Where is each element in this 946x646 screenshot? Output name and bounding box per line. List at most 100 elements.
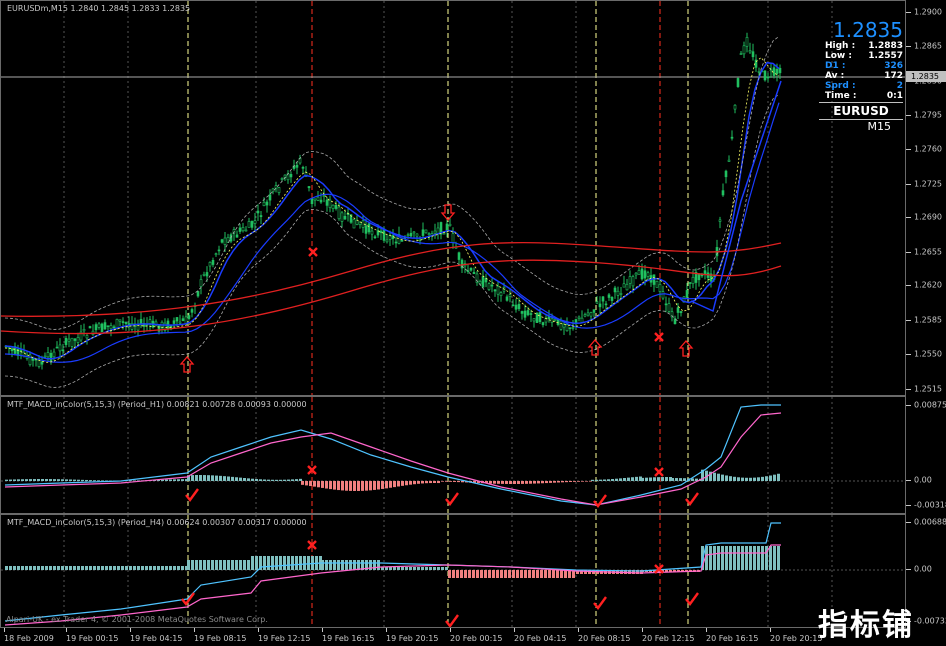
macd-h1-histogram-bar — [53, 479, 56, 481]
axis-tick-label: 1.2760 — [914, 144, 942, 154]
macd-h1-histogram-bar — [255, 479, 258, 481]
envelope-upper — [4, 36, 780, 330]
candle-body — [469, 267, 473, 271]
macd-h1-histogram-bar — [211, 475, 214, 481]
candle-body — [721, 190, 725, 196]
axis-tick-mark — [906, 285, 911, 286]
candle-body — [55, 346, 59, 349]
macd-h1-histogram-bar — [661, 477, 664, 481]
candle-body — [382, 228, 386, 241]
macd-h4-histogram-bar — [41, 566, 44, 570]
price-chart-svg — [1, 1, 905, 395]
macd-h1-histogram-bar — [569, 481, 572, 483]
candle-body — [187, 315, 191, 319]
macd-h4-histogram-bar — [472, 570, 475, 578]
macd-h1-histogram-bar — [607, 479, 610, 481]
macd-h1-histogram-bar — [405, 481, 408, 486]
macd-h1-histogram-bar — [97, 480, 100, 481]
macd-h4-histogram-bar — [303, 556, 306, 570]
macd-h4-histogram-bar — [556, 570, 559, 578]
macd-h4-histogram-bar — [133, 566, 136, 570]
axis-tick-mark — [906, 405, 911, 406]
macd-h1-histogram-bar — [675, 478, 678, 481]
macd-h4-title: MTF_MACD_inColor(5,15,3) (Period_H4) 0.0… — [7, 518, 307, 527]
macd-h4-histogram-bar — [733, 546, 736, 570]
macd-h1-histogram-bar — [713, 472, 716, 481]
macd-h1-histogram-bar — [653, 477, 656, 481]
macd-h1-histogram-bar — [381, 481, 384, 489]
time-axis: 18 Feb 2009 19 Feb 00:15 19 Feb 04:15 19 Fe… — [0, 628, 906, 646]
macd-h1-pane[interactable]: MTF_MACD_inColor(5,15,3) (Period_H1) 0.0… — [0, 396, 906, 514]
macd-h4-histogram-bar — [321, 560, 324, 570]
macd-h4-histogram-bar — [207, 560, 210, 570]
macd-h1-histogram-bar — [549, 481, 552, 483]
macd-h1-histogram-bar — [243, 478, 246, 481]
macd-h4-histogram-bar — [187, 560, 190, 570]
macd-h4-histogram-bar — [203, 560, 206, 570]
macd-h4-histogram-bar — [480, 570, 483, 578]
candle-body — [109, 325, 113, 330]
macd-h4-histogram-bar — [13, 566, 16, 570]
cross-icon — [654, 332, 664, 342]
macd-h1-histogram-bar — [365, 481, 368, 491]
macd-h4-histogram-bar — [113, 566, 116, 570]
candle-body — [190, 309, 194, 313]
macd-h4-histogram-bar — [267, 556, 270, 570]
candle-body — [493, 289, 497, 292]
main-price-pane[interactable]: EURUSDm,M15 1.2840 1.2845 1.2833 1.2835 … — [0, 0, 906, 396]
macd-h4-histogram-bar — [421, 567, 424, 570]
candle-body — [442, 232, 446, 235]
axis-tick-mark — [906, 12, 911, 13]
macd-h1-histogram-bar — [45, 479, 48, 481]
envelope-lower — [4, 94, 780, 388]
macd-h1-histogram-bar — [177, 479, 180, 481]
macd-h4-histogram-bar — [544, 570, 547, 578]
macd-h1-histogram-bar — [505, 481, 508, 484]
candle-body — [517, 303, 521, 310]
macd-h4-histogram-bar — [9, 566, 12, 570]
info-value: 1.2557 — [868, 51, 903, 61]
macd-h4-pane[interactable]: MTF_MACD_inColor(5,15,3) (Period_H4) 0.0… — [0, 514, 906, 628]
macd-h4-histogram-bar — [37, 566, 40, 570]
macd-h1-histogram-bar — [565, 481, 568, 483]
macd-h4-histogram-bar — [25, 566, 28, 570]
macd-h1-histogram-bar — [433, 481, 436, 483]
macd-h4-histogram-bar — [181, 566, 184, 570]
axis-tick-label: 1.2515 — [914, 384, 942, 394]
macd-h1-histogram-bar — [207, 475, 210, 481]
macd-h1-histogram-bar — [725, 475, 728, 481]
macd-h4-histogram-bar — [329, 560, 332, 570]
candle-body — [280, 178, 284, 180]
price-info-panel: 1.2835 High :1.2883 Low :1.2557 D1 :326 Av … — [819, 19, 903, 133]
time-tick-label: 20 Feb 20:15 — [770, 634, 823, 643]
candle-body — [691, 276, 695, 284]
info-key: Low : — [825, 51, 852, 61]
macd-h4-histogram-bar — [137, 566, 140, 570]
macd-h4-histogram-bar — [468, 570, 471, 578]
time-tick-mark — [450, 628, 451, 632]
macd-h1-histogram-bar — [133, 480, 136, 481]
macd-h1-histogram-bar — [761, 476, 764, 481]
candle-body — [310, 198, 314, 204]
macd-h4-histogram-bar — [299, 556, 302, 570]
macd-h4-histogram-bar — [337, 560, 340, 570]
macd-h1-histogram-bar — [437, 481, 440, 484]
macd-h1-histogram-bar — [389, 481, 392, 488]
candle-body — [10, 348, 14, 352]
macd-h1-histogram-bar — [545, 481, 548, 484]
candle-body — [301, 167, 305, 169]
macd-h4-histogram-bar — [441, 567, 444, 570]
macd-h1-histogram-bar — [203, 475, 206, 481]
candle-body — [538, 312, 542, 322]
macd-h4-histogram-bar — [247, 560, 250, 570]
candle-body — [724, 170, 728, 178]
candle-body — [241, 227, 245, 232]
macd-h1-histogram-bar — [635, 476, 638, 481]
candle-body — [565, 324, 569, 332]
macd-h4-histogram-bar — [452, 570, 455, 578]
macd-h4-histogram-bar — [417, 567, 420, 570]
candle-body — [529, 313, 533, 315]
macd-h4-histogram-bar — [45, 566, 48, 570]
macd-h1-histogram-bar — [325, 481, 328, 489]
candle-body — [658, 284, 662, 292]
